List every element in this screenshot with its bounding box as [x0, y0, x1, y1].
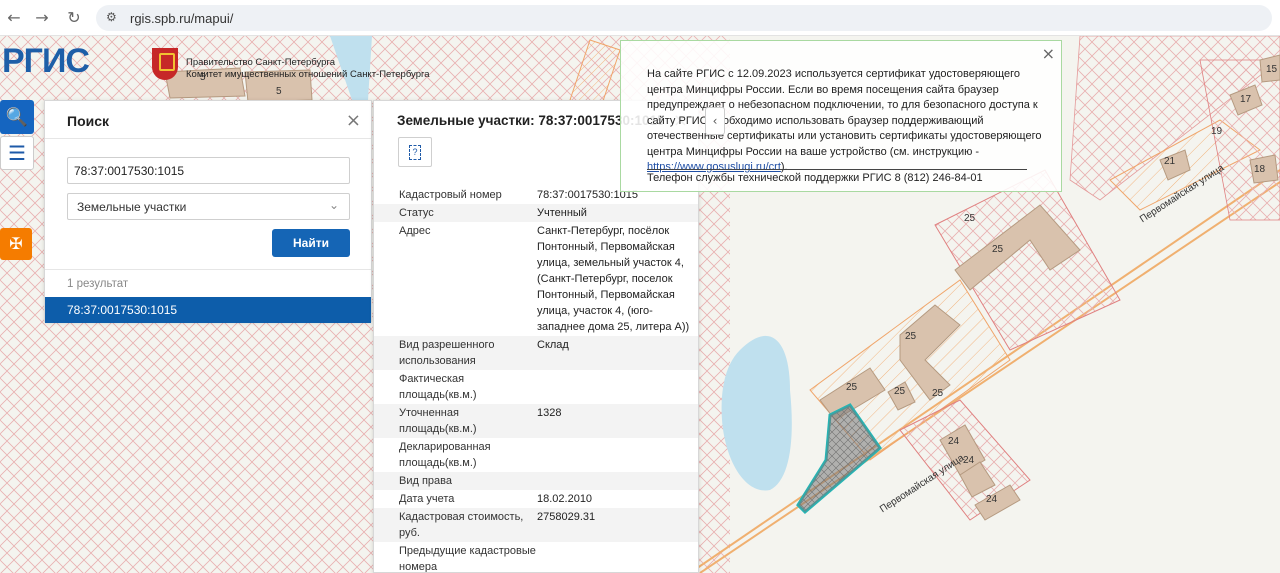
attribute-value: Учтенный — [537, 204, 698, 222]
menu-icon: ☰ — [8, 142, 26, 165]
spb-emblem-icon: ✠ — [9, 236, 23, 253]
search-icon: 🔍 — [5, 106, 29, 127]
attribute-value — [537, 472, 698, 490]
results-count: 1 результат — [45, 269, 371, 297]
support-phone: Телефон службы технической поддержки РГИ… — [647, 172, 983, 184]
rgis-logo[interactable]: РГИС — [2, 42, 90, 81]
attribute-value: Склад — [537, 336, 698, 370]
url-text[interactable]: rgis.spb.ru/mapui/ — [130, 11, 233, 26]
attribute-row: Адрес Санкт-Петербург, посёлок Понтонный,… — [374, 222, 698, 336]
house-number: 25 — [964, 213, 976, 224]
chevron-down-icon: ⌄ — [328, 198, 339, 212]
divider — [45, 138, 371, 139]
house-number: 15 — [1266, 64, 1278, 75]
close-icon[interactable]: × — [346, 110, 361, 131]
house-number: 25 — [846, 382, 858, 393]
attribute-value: 18.02.2010 — [537, 493, 593, 505]
address-bar[interactable]: ⚙ rgis.spb.ru/mapui/ — [96, 5, 1272, 31]
attribute-row: Фактическая площадь(кв.м.) — [374, 370, 698, 404]
attribute-key: Уточненная площадь(кв.м.) — [374, 404, 537, 438]
attribute-row: Вид разрешенного использования Склад — [374, 336, 698, 370]
search-type-value: Земельные участки — [77, 200, 187, 214]
attribute-value: 2758029.31 — [537, 508, 698, 542]
certificate-notice: × На сайте РГИС с 12.09.2023 используетс… — [620, 40, 1062, 192]
attribute-key: Декларированная площадь(кв.м.) — [399, 441, 491, 469]
gov-line1: Правительство Санкт-Петербурга — [186, 57, 335, 68]
attribute-key: Вид разрешенного использования — [374, 336, 537, 370]
search-panel: Поиск × 78:37:0017530:1015 Земельные уча… — [44, 100, 372, 323]
attribute-value — [537, 370, 698, 404]
attribute-key: Кадастровая стоимость, руб. — [374, 508, 537, 542]
house-number: 17 — [1240, 94, 1252, 105]
house-number: 24 — [948, 436, 960, 447]
attribute-value: 1328 — [537, 404, 698, 438]
search-panel-title: Поиск — [67, 113, 110, 129]
attribute-value: Санкт-Петербург, посёлок Понтонный, Перв… — [537, 225, 690, 333]
find-button[interactable]: Найти — [272, 229, 350, 257]
divider — [647, 169, 1027, 170]
house-number: 19 — [1211, 126, 1223, 137]
attribute-row: Кадастровая стоимость, руб. 2758029.31 — [374, 508, 698, 542]
spb-layer-button[interactable]: ✠ — [0, 228, 32, 260]
menu-button[interactable]: ☰ — [0, 136, 34, 170]
attributes-table: Кадастровый номер 78:37:0017530:1015 Стату… — [374, 186, 698, 573]
attribute-row: Вид права — [374, 472, 698, 490]
attribute-value — [537, 542, 698, 572]
document-icon: ? — [409, 144, 421, 160]
chevron-left-icon[interactable]: ‹ — [705, 107, 725, 135]
document-button[interactable]: ? — [398, 137, 432, 167]
house-number: 25 — [992, 244, 1004, 255]
coat-of-arms-icon — [152, 48, 178, 80]
reload-icon[interactable]: ↻ — [64, 8, 84, 28]
house-number: 24 — [963, 455, 975, 466]
attribute-row: Уточненная площадь(кв.м.) 1328 — [374, 404, 698, 438]
house-number: 5 — [276, 86, 282, 97]
attribute-key: Вид права — [374, 472, 537, 490]
attribute-key: Статус — [374, 204, 537, 222]
gov-line2: Комитет имущественных отношений Санкт-Пе… — [186, 69, 430, 80]
search-type-select[interactable]: Земельные участки ⌄ — [67, 193, 350, 220]
search-input[interactable]: 78:37:0017530:1015 — [67, 157, 350, 184]
result-item[interactable]: 78:37:0017530:1015 — [45, 297, 371, 323]
house-number: 21 — [1164, 156, 1176, 167]
house-number: 18 — [1254, 164, 1266, 175]
attribute-key: Фактическая площадь(кв.м.) — [399, 373, 477, 401]
site-settings-icon[interactable]: ⚙ — [106, 10, 117, 24]
house-number: 25 — [894, 386, 906, 397]
house-number: 24 — [986, 494, 998, 505]
back-icon[interactable]: ← — [4, 8, 24, 28]
attribute-key: Адрес — [399, 225, 431, 237]
attribute-key: Кадастровый номер — [399, 189, 502, 201]
attribute-row: Статус Учтенный — [374, 204, 698, 222]
attribute-row: Дата учета 18.02.2010 — [374, 490, 698, 508]
attribute-key: Дата учета — [399, 493, 455, 505]
attribute-key: Предыдущие кадастровые номера — [399, 545, 536, 573]
house-number: 25 — [932, 388, 944, 399]
forward-icon[interactable]: → — [32, 8, 52, 28]
browser-toolbar: ← → ↻ ⚙ rgis.spb.ru/mapui/ — [0, 0, 1280, 36]
house-number: 25 — [905, 331, 917, 342]
attribute-row: Предыдущие кадастровые номера — [374, 542, 698, 573]
attribute-value — [537, 438, 698, 472]
attribute-row: Декларированная площадь(кв.м.) — [374, 438, 698, 472]
close-icon[interactable]: × — [1042, 44, 1055, 63]
search-tool-button[interactable]: 🔍 — [0, 100, 34, 134]
